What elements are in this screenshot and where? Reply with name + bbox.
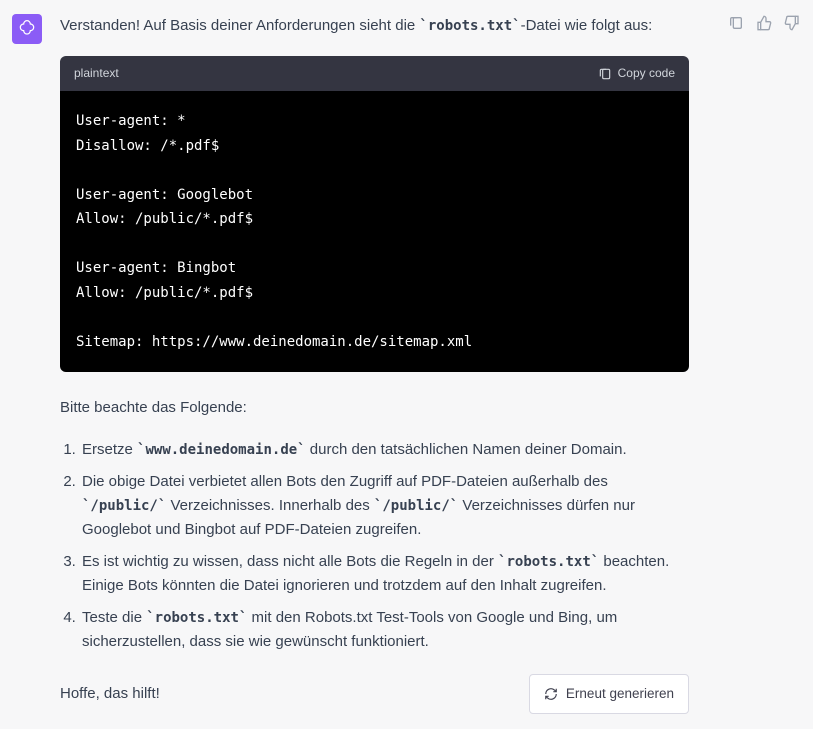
- notes-list: Ersetze `www.deinedomain.de` durch den t…: [60, 438, 689, 654]
- note-inline-code: `/public/`: [82, 498, 166, 514]
- note-text: Ersetze: [82, 441, 137, 458]
- thumbs-up-button[interactable]: [755, 14, 773, 32]
- thumbs-up-icon: [756, 15, 772, 31]
- refresh-icon: [544, 687, 558, 701]
- followup-text: Bitte beachte das Folgende:: [60, 396, 689, 420]
- note-inline-code: `/public/`: [374, 498, 458, 514]
- copy-code-button[interactable]: Copy code: [598, 64, 675, 83]
- openai-logo-icon: [17, 19, 37, 39]
- intro-text: Verstanden! Auf Basis deiner Anforderung…: [60, 14, 689, 38]
- bottom-row: Hoffe, das hilft! Erneut generieren: [60, 674, 689, 714]
- list-item: Teste die `robots.txt` mit den Robots.tx…: [80, 606, 689, 654]
- list-item: Ersetze `www.deinedomain.de` durch den t…: [80, 438, 689, 462]
- message-content: Verstanden! Auf Basis deiner Anforderung…: [60, 14, 693, 714]
- feedback-actions: [711, 14, 801, 714]
- copy-code-label: Copy code: [618, 64, 675, 83]
- closing-text: Hoffe, das hilft!: [60, 682, 160, 706]
- list-item: Es ist wichtig zu wissen, dass nicht all…: [80, 550, 689, 598]
- note-text: Die obige Datei verbietet allen Bots den…: [82, 473, 608, 490]
- code-content[interactable]: User-agent: * Disallow: /*.pdf$ User-age…: [60, 91, 689, 372]
- note-text: Verzeichnisses. Innerhalb des: [166, 497, 374, 514]
- note-inline-code: `robots.txt`: [146, 610, 247, 626]
- code-block: plaintext Copy code User-agent: * Disall…: [60, 56, 689, 372]
- intro-post: -Datei wie folgt aus:: [521, 17, 653, 34]
- assistant-avatar: [12, 14, 42, 44]
- list-item: Die obige Datei verbietet allen Bots den…: [80, 470, 689, 542]
- note-inline-code: `www.deinedomain.de`: [137, 442, 306, 458]
- intro-pre: Verstanden! Auf Basis deiner Anforderung…: [60, 17, 419, 34]
- note-text: Es ist wichtig zu wissen, dass nicht all…: [82, 553, 498, 570]
- clipboard-icon: [728, 15, 744, 31]
- code-lang-label: plaintext: [74, 64, 119, 83]
- thumbs-down-button[interactable]: [783, 14, 801, 32]
- note-inline-code: `robots.txt`: [498, 554, 599, 570]
- code-header: plaintext Copy code: [60, 56, 689, 91]
- note-text: Teste die: [82, 609, 146, 626]
- regenerate-label: Erneut generieren: [566, 683, 674, 705]
- clipboard-icon: [598, 67, 612, 81]
- thumbs-down-icon: [784, 15, 800, 31]
- intro-inline-code: `robots.txt`: [419, 18, 520, 34]
- copy-message-button[interactable]: [727, 14, 745, 32]
- regenerate-button[interactable]: Erneut generieren: [529, 674, 689, 714]
- assistant-message: Verstanden! Auf Basis deiner Anforderung…: [0, 0, 813, 714]
- note-text: durch den tatsächlichen Namen deiner Dom…: [306, 441, 627, 458]
